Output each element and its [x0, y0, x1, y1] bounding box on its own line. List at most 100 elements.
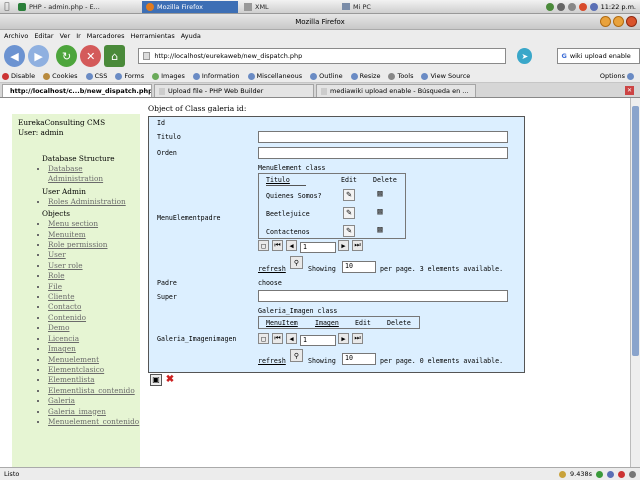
sidebar-item-role[interactable]: Role: [48, 271, 134, 281]
sidebar-item-user-role[interactable]: User role: [48, 261, 134, 271]
mail-icon[interactable]: [589, 2, 598, 11]
toolbar-view-source[interactable]: View Source: [421, 72, 470, 80]
minimize-button[interactable]: [600, 16, 611, 27]
task-xml[interactable]: XML: [240, 1, 336, 13]
sidebar-item-menu-section[interactable]: Menu section: [48, 219, 134, 229]
padre-choose-link[interactable]: choose: [258, 279, 282, 287]
sidebar-item-licencia[interactable]: Licencia: [48, 334, 134, 344]
sidebar-item-elementlista[interactable]: Elementlista: [48, 375, 134, 385]
sidebar-item-menuelement[interactable]: Menuelement: [48, 355, 134, 365]
toolbar-disable[interactable]: Disable: [2, 72, 35, 80]
page-number-input[interactable]: 1: [300, 242, 336, 253]
toolbar-miscellaneous[interactable]: Miscellaneous: [247, 72, 302, 80]
menu-ver[interactable]: Ver: [60, 32, 71, 40]
col-header-imagen[interactable]: Imagen: [315, 319, 339, 327]
titulo-input[interactable]: [258, 131, 508, 143]
edit-icon[interactable]: ✎: [343, 189, 355, 201]
stop-button[interactable]: ✕: [80, 45, 102, 67]
next-page-icon[interactable]: ▶: [338, 333, 349, 344]
cancel-icon[interactable]: ✖: [164, 374, 176, 386]
forward-button[interactable]: ▶: [28, 45, 50, 67]
tab-new-dispatch[interactable]: http://localhost/c...b/new_dispatch.php: [2, 84, 152, 97]
sidebar-item-cliente[interactable]: Cliente: [48, 292, 134, 302]
sidebar-item-user[interactable]: User: [48, 250, 134, 260]
edit-icon[interactable]: ✎: [343, 207, 355, 219]
menu-editar[interactable]: Editar: [34, 32, 53, 40]
sidebar-item-demo[interactable]: Demo: [48, 323, 134, 333]
orden-input[interactable]: [258, 147, 508, 159]
first-page-icon[interactable]: ⏮: [272, 240, 283, 251]
tab-mediawiki-search[interactable]: mediawiki upload enable - Búsqueda en ..…: [316, 84, 476, 97]
new-page-icon[interactable]: □: [258, 240, 269, 251]
home-button[interactable]: ⌂: [104, 45, 126, 67]
per-page-input[interactable]: 10: [342, 353, 376, 365]
close-button[interactable]: [626, 16, 637, 27]
toolbar-options[interactable]: Options: [600, 72, 640, 80]
super-input[interactable]: [258, 290, 508, 302]
page-number-input[interactable]: 1: [300, 335, 336, 346]
go-button[interactable]: ➤: [517, 48, 533, 64]
menu-archivo[interactable]: Archivo: [4, 32, 28, 40]
save-icon[interactable]: ▣: [150, 374, 162, 386]
toolbar-resize[interactable]: Resize: [350, 72, 380, 80]
status-info-icon[interactable]: [607, 470, 614, 478]
magnifier-icon[interactable]: ⚲: [290, 256, 303, 269]
sidebar-item-roles-administration[interactable]: Roles Administration: [48, 197, 134, 207]
first-page-icon[interactable]: ⏮: [272, 333, 283, 344]
vertical-scrollbar[interactable]: [630, 98, 640, 467]
toolbar-css[interactable]: CSS: [85, 72, 107, 80]
apple-icon[interactable]: : [0, 2, 14, 12]
sidebar-item-role-permission[interactable]: Role permission: [48, 240, 134, 250]
task-firefox[interactable]: Mozilla Firefox: [142, 0, 238, 13]
status-extra-icon[interactable]: [629, 470, 636, 478]
sidebar-item-imagen[interactable]: Imagen: [48, 344, 134, 354]
toolbar-forms[interactable]: Forms: [115, 72, 144, 80]
sidebar-item-contenido[interactable]: Contenido: [48, 313, 134, 323]
sidebar-item-elementclasico[interactable]: Elementclasico: [48, 365, 134, 375]
reload-button[interactable]: ↻: [56, 45, 78, 67]
trash-icon[interactable]: ▩: [374, 188, 386, 200]
tab-upload-file[interactable]: Upload file - PHP Web Builder: [154, 84, 314, 97]
sidebar-item-contacto[interactable]: Contacto: [48, 302, 134, 312]
col-header-titulo[interactable]: Titulo: [266, 176, 290, 184]
close-tab-icon[interactable]: ✕: [625, 86, 634, 95]
toolbar-images[interactable]: Images: [152, 72, 185, 80]
trash-icon[interactable]: ▩: [374, 206, 386, 218]
url-bar[interactable]: http://localhost/eurekaweb/new_dispatch.…: [138, 48, 507, 64]
toolbar-outline[interactable]: Outline: [310, 72, 343, 80]
sidebar-item-galeria[interactable]: Galeria: [48, 396, 134, 406]
volume-icon[interactable]: [556, 2, 565, 11]
trash-icon[interactable]: ▩: [374, 224, 386, 236]
per-page-input[interactable]: 10: [342, 261, 376, 273]
status-error-icon[interactable]: [618, 470, 625, 478]
update-icon[interactable]: [578, 2, 587, 11]
task-php-editor[interactable]: PHP - admin.php - E...: [14, 1, 140, 13]
menu-ir[interactable]: Ir: [76, 32, 81, 40]
battery-icon[interactable]: [567, 2, 576, 11]
sidebar-item-elementlista-contenido[interactable]: Elementlista_contenido: [48, 386, 135, 396]
sidebar-item-menuelement-contenido[interactable]: Menuelement_contenido: [48, 417, 139, 427]
maximize-button[interactable]: [613, 16, 624, 27]
task-mi-pc[interactable]: Mi PC: [338, 1, 434, 13]
refresh-link[interactable]: refresh: [258, 265, 286, 273]
menu-ayuda[interactable]: Ayuda: [181, 32, 201, 40]
new-page-icon[interactable]: □: [258, 333, 269, 344]
back-button[interactable]: ◀: [4, 45, 26, 67]
status-ok-icon[interactable]: [596, 470, 603, 478]
refresh-link[interactable]: refresh: [258, 357, 286, 365]
last-page-icon[interactable]: ⏭: [352, 240, 363, 251]
sidebar-item-database-administration[interactable]: Database Administration: [48, 164, 134, 185]
scrollbar-thumb[interactable]: [632, 106, 639, 356]
network-icon[interactable]: [545, 2, 554, 11]
toolbar-tools[interactable]: Tools: [388, 72, 413, 80]
last-page-icon[interactable]: ⏭: [352, 333, 363, 344]
prev-page-icon[interactable]: ◀: [286, 240, 297, 251]
magnifier-icon[interactable]: ⚲: [290, 349, 303, 362]
col-header-menuitem[interactable]: MenuItem: [266, 319, 298, 327]
sidebar-item-galeria-imagen[interactable]: Galeria_imagen: [48, 407, 134, 417]
edit-icon[interactable]: ✎: [343, 225, 355, 237]
toolbar-cookies[interactable]: Cookies: [43, 72, 78, 80]
menu-marcadores[interactable]: Marcadores: [87, 32, 125, 40]
toolbar-information[interactable]: Information: [192, 72, 240, 80]
sidebar-item-file[interactable]: File: [48, 282, 134, 292]
